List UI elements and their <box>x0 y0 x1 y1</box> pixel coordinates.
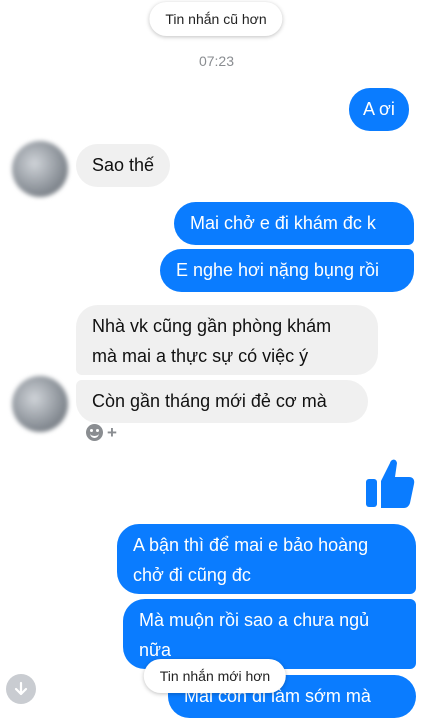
smiley-icon[interactable] <box>86 424 103 441</box>
message-line: Nhà vk cũng gần phòng khám <box>92 316 332 336</box>
message-bubble-incoming[interactable]: Còn gần tháng mới đẻ cơ mà <box>76 380 368 423</box>
contact-avatar[interactable] <box>12 376 68 432</box>
plus-icon[interactable]: + <box>107 424 117 441</box>
message-bubble-outgoing[interactable]: E nghe hơi nặng bụng rồi <box>160 249 414 292</box>
thumbs-up-icon[interactable] <box>364 455 416 511</box>
contact-avatar[interactable] <box>12 141 68 197</box>
older-messages-button[interactable]: Tin nhắn cũ hơn <box>149 2 283 36</box>
message-line: mà mai a thực sự có việc ý <box>92 346 309 366</box>
message-bubble-outgoing[interactable]: A ơi <box>349 88 409 131</box>
message-bubble-outgoing[interactable]: A bận thì để mai e bảo hoàng chở đi cũng… <box>117 524 416 594</box>
message-line: Mà muộn rồi sao a chưa ngủ <box>139 610 370 630</box>
arrow-down-icon[interactable] <box>6 674 36 704</box>
timestamp: 07:23 <box>198 53 235 69</box>
message-bubble-incoming[interactable]: Sao thế <box>76 144 171 187</box>
message-bubble-incoming[interactable]: Nhà vk cũng gần phòng khám mà mai a thực… <box>76 305 378 375</box>
message-line: chở đi cũng đc <box>133 565 251 585</box>
message-line: A bận thì để mai e bảo hoàng <box>133 535 369 555</box>
message-bubble-outgoing[interactable]: Mai chở e đi khám đc k <box>174 202 414 245</box>
reaction-row: + <box>86 424 117 441</box>
newer-messages-button[interactable]: Tin nhắn mới hơn <box>143 659 287 693</box>
